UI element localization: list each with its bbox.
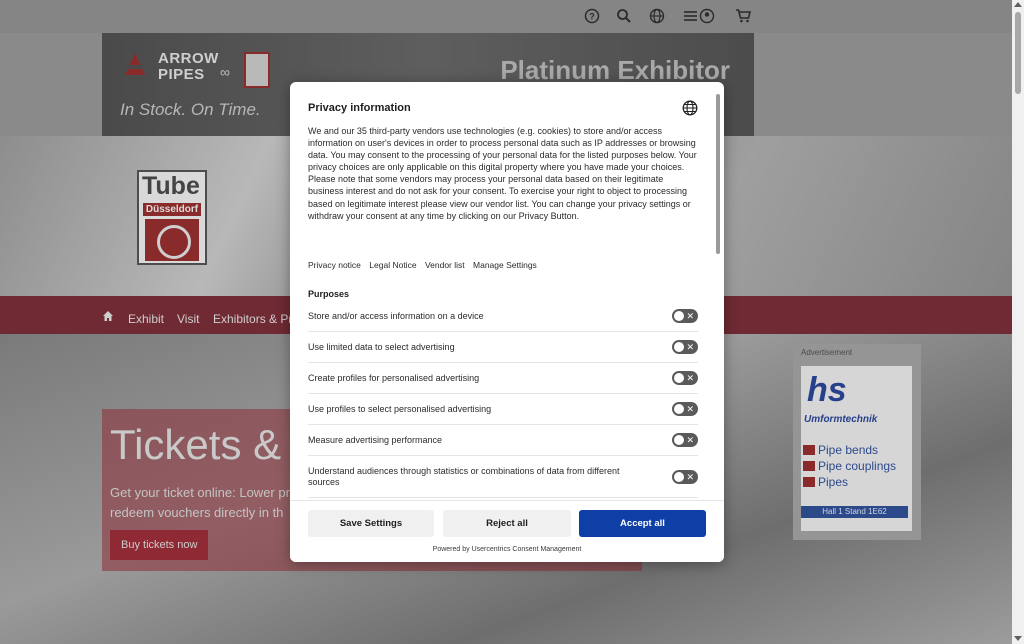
scroll-thumb[interactable] (1015, 12, 1021, 94)
consent-footer: Save Settings Reject all Accept all Powe… (290, 500, 724, 562)
consent-links: Privacy notice Legal Notice Vendor list … (308, 260, 543, 270)
svg-text:?: ? (589, 12, 595, 22)
purpose-label: Understand audiences through statistics … (308, 466, 620, 487)
purpose-row: Store and/or access information on a dev… (308, 307, 698, 332)
language-globe-icon[interactable] (682, 100, 698, 116)
tickets-text: Get your ticket online: Lower pr redeem … (110, 485, 290, 520)
purpose-label: Use limited data to select advertising (308, 342, 455, 352)
side-advertisement[interactable]: Advertisement hs Umformtechnik Pipe bend… (793, 344, 921, 540)
privacy-consent-dialog: Privacy information We and our 35 third-… (290, 82, 724, 562)
hs-logo: hs (807, 371, 847, 409)
hs-ad-card[interactable]: hs Umformtechnik Pipe bends Pipe couplin… (801, 366, 912, 531)
arrow-pipes-brand: ARROW PIPES (158, 50, 219, 83)
consent-description: We and our 35 third-party vendors use te… (308, 126, 697, 221)
purpose-row: Create profiles for personalised adverti… (308, 363, 698, 394)
purpose-label: Store and/or access information on a dev… (308, 311, 484, 321)
top-bar: ? (0, 0, 1012, 33)
buy-tickets-button[interactable]: Buy tickets now (110, 530, 209, 560)
manage-settings-link[interactable]: Manage Settings (473, 260, 537, 270)
tube-dusseldorf-logo[interactable]: Tube Düsseldorf (137, 170, 207, 265)
ad-product-list: Pipe bends Pipe couplings Pipes (801, 442, 896, 490)
list-item: Pipes (801, 474, 896, 490)
menu-account-icon[interactable] (683, 8, 715, 26)
list-item: Pipe couplings (801, 458, 896, 474)
chain-link-icon: ∞ (220, 64, 230, 80)
scroll-up-icon[interactable] (1014, 2, 1022, 7)
purpose-label: Measure advertising performance (308, 435, 443, 445)
help-icon[interactable]: ? (583, 8, 601, 26)
reject-all-button[interactable]: Reject all (443, 510, 571, 537)
save-settings-button[interactable]: Save Settings (308, 510, 434, 537)
dialog-scrollbar[interactable] (715, 90, 721, 504)
nav-item-exhibitors[interactable]: Exhibitors & Pr (213, 312, 292, 326)
purpose-label: Create profiles for personalised adverti… (308, 373, 480, 383)
purpose-toggle[interactable]: ✕ (672, 402, 698, 416)
purpose-row: Understand audiences through statistics … (308, 456, 698, 498)
purpose-toggle[interactable]: ✕ (672, 340, 698, 354)
scroll-down-icon[interactable] (1014, 636, 1022, 641)
hall-stand-bar: Hall 1 Stand 1E62 (801, 506, 908, 518)
consent-title: Privacy information (308, 102, 411, 114)
dialog-scroll-thumb[interactable] (716, 94, 720, 254)
purpose-toggle[interactable]: ✕ (672, 371, 698, 385)
page-scrollbar[interactable] (1012, 0, 1024, 644)
purpose-toggle[interactable]: ✕ (672, 470, 698, 484)
search-icon[interactable] (615, 8, 633, 26)
purpose-row: Measure advertising performance ✕ (308, 425, 698, 456)
arrow-logo-icon (125, 53, 145, 75)
globe-icon[interactable] (648, 8, 666, 26)
purposes-heading: Purposes (308, 289, 350, 299)
ad-label: Advertisement (801, 348, 853, 357)
privacy-notice-link[interactable]: Privacy notice (308, 260, 361, 270)
hs-company: Umformtechnik (804, 414, 878, 425)
purpose-toggle[interactable]: ✕ (672, 433, 698, 447)
consent-content: Privacy information We and our 35 third-… (290, 82, 724, 500)
vendor-list-link[interactable]: Vendor list (425, 260, 465, 270)
purpose-row: Use profiles to select personalised adve… (308, 394, 698, 425)
cart-icon[interactable] (734, 8, 752, 26)
tube-mini-logo (244, 52, 270, 88)
purpose-toggle[interactable]: ✕ (672, 309, 698, 323)
purpose-label: Use profiles to select personalised adve… (308, 404, 492, 414)
accept-all-button[interactable]: Accept all (579, 510, 706, 537)
nav-item-exhibit[interactable]: Exhibit (128, 312, 164, 326)
purpose-row: Use limited data to select advertising ✕ (308, 332, 698, 363)
nav-item-visit[interactable]: Visit (177, 312, 199, 326)
legal-notice-link[interactable]: Legal Notice (369, 260, 416, 270)
tickets-title: Tickets & (110, 421, 282, 468)
ad-slogan: In Stock. On Time. (120, 100, 261, 119)
powered-by-text: Powered by Usercentrics Consent Manageme… (432, 546, 582, 553)
list-item: Pipe bends (801, 442, 896, 458)
home-icon[interactable] (102, 310, 114, 325)
